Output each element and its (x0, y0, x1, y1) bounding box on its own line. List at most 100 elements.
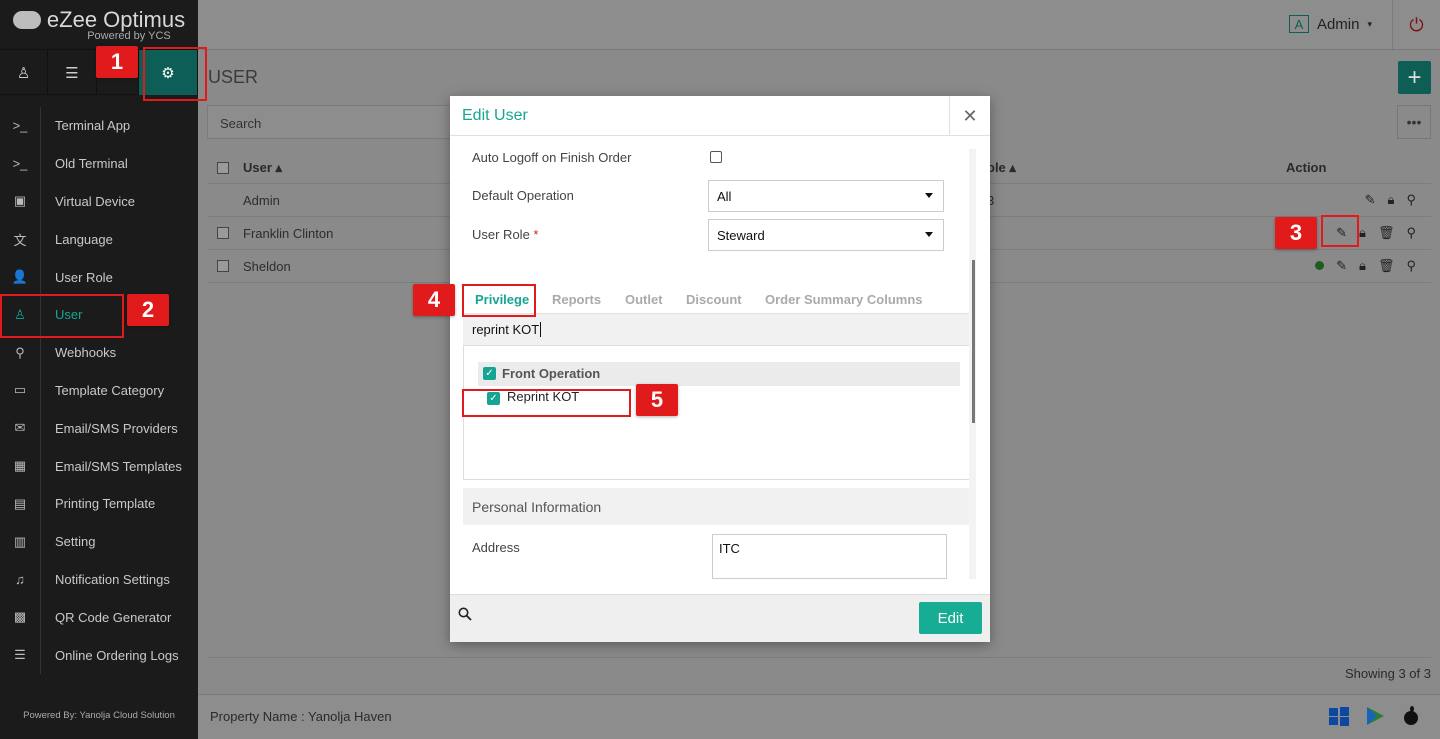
search-input[interactable]: Search (207, 105, 452, 139)
row-checkbox[interactable] (217, 227, 229, 239)
user-role-select[interactable]: Steward (708, 219, 944, 251)
sidebar-item-label: QR Code Generator (40, 598, 198, 637)
sidebar-item-printing-template[interactable]: ▤ Printing Template (0, 484, 198, 523)
lock-icon[interactable]: 🔒︎ (1388, 192, 1395, 208)
sidebar-item-label: Email/SMS Templates (40, 447, 198, 485)
sidebar-item-qr-code-generator[interactable]: ▩ QR Code Generator (0, 598, 198, 637)
search-icon[interactable] (458, 607, 472, 621)
inbox-icon: ▭ (13, 382, 27, 398)
row-checkbox[interactable] (217, 260, 229, 272)
callout-2: 2 (127, 294, 169, 326)
sidebar-nav: >_ Terminal App >_ Old Terminal ▣ Virtual Dev… (0, 107, 198, 674)
sidebar-item-label: Email/SMS Providers (40, 409, 198, 448)
link-icon[interactable]: ⚲ (1406, 225, 1416, 241)
sidebar-item-old-terminal[interactable]: >_ Old Terminal (0, 144, 198, 183)
column-role[interactable]: ole ▴ (987, 160, 1016, 176)
sidebar-item-label: Printing Template (40, 484, 198, 523)
address-label: Address (472, 540, 520, 555)
edit-user-modal: Edit User ✕ Auto Logoff on Finish Order … (450, 96, 990, 642)
tab-reports[interactable]: Reports (552, 292, 601, 307)
sidebar-item-setting[interactable]: ▥ Setting (0, 522, 198, 561)
user-name-cell: Admin (243, 193, 280, 208)
google-play-icon[interactable] (1364, 705, 1386, 727)
edit-button[interactable]: Edit (919, 602, 982, 634)
sidebar-item-online-ordering-logs[interactable]: ☰ Online Ordering Logs (0, 636, 198, 674)
add-user-button[interactable]: + (1398, 61, 1431, 94)
power-icon[interactable]: ⏻ (1392, 0, 1440, 50)
tab-discount[interactable]: Discount (686, 292, 742, 307)
terminal-icon: >_ (12, 118, 28, 134)
auto-logoff-checkbox[interactable] (710, 151, 722, 163)
terminal-icon: >_ (12, 156, 28, 172)
highlight-reprint-kot (462, 389, 631, 417)
tab-order-summary-columns[interactable]: Order Summary Columns (765, 292, 923, 307)
default-operation-select[interactable]: All (708, 180, 944, 212)
admin-name: Admin (1316, 15, 1360, 33)
lock-icon[interactable]: 🔒︎ (1359, 225, 1366, 241)
privilege-search-value: reprint KOT (472, 322, 540, 337)
mail-icon: ✉ (14, 420, 26, 436)
callout-5: 5 (636, 384, 678, 416)
sidebar-item-terminal-app[interactable]: >_ Terminal App (0, 107, 198, 145)
sidebar-item-template-category[interactable]: ▭ Template Category (0, 371, 198, 410)
sidebar-item-label: Template Category (40, 371, 198, 410)
sidebar-item-label: Webhooks (40, 333, 198, 372)
sidebar-footer: Powered By: Yanolja Cloud Solution (23, 710, 175, 721)
front-operation-checkbox[interactable]: ✓ (483, 367, 496, 380)
sidebar-item-notification-settings[interactable]: ♫ Notification Settings (0, 560, 198, 599)
privilege-group-row: ✓ Front Operation (478, 362, 960, 386)
link-icon[interactable]: ⚲ (1406, 258, 1416, 274)
privilege-search-input[interactable]: reprint KOT (463, 314, 971, 346)
sidebar-item-user-role[interactable]: 👤 User Role (0, 258, 198, 296)
brand-logo: eZee Optimus Powered by YCS (0, 0, 198, 50)
more-options-button[interactable]: ••• (1397, 105, 1431, 139)
language-icon: 文 (13, 232, 27, 248)
table-footer-divider (207, 657, 1431, 658)
profile-tab-icon[interactable]: ♙ (0, 50, 49, 95)
sidebar-item-label: Virtual Device (40, 182, 198, 221)
top-bar: A Admin ▾ ⏻ (198, 0, 1440, 50)
property-name: Property Name : Yanolja Haven (210, 709, 392, 724)
admin-menu[interactable]: A Admin ▾ (1288, 15, 1372, 33)
privilege-tabs: Privilege Reports Outlet Discount Order … (463, 285, 971, 314)
sliders-icon: ▥ (13, 533, 27, 549)
link-icon[interactable]: ⚲ (1406, 192, 1416, 208)
sidebar-item-email-sms-providers[interactable]: ✉ Email/SMS Providers (0, 409, 198, 448)
delete-icon[interactable]: 🗑︎ (1378, 225, 1395, 241)
sidebar-item-label: Notification Settings (40, 560, 198, 599)
modal-body: Auto Logoff on Finish Order Default Oper… (463, 147, 976, 579)
document-icon: ▤ (13, 495, 27, 511)
modal-title: Edit User (450, 96, 990, 136)
column-action: Action (1286, 160, 1327, 175)
delete-icon[interactable]: 🗑︎ (1378, 258, 1395, 274)
highlight-privilege-tab (462, 284, 536, 317)
cloud-logo-icon (12, 11, 41, 29)
required-marker: * (533, 227, 539, 242)
windows-icon[interactable] (1328, 705, 1350, 727)
user-name-cell: Franklin Clinton (243, 226, 334, 241)
callout-4: 4 (413, 284, 455, 316)
brand-tagline: Powered by YCS (87, 30, 171, 42)
sidebar-item-webhooks[interactable]: ⚲ Webhooks (0, 333, 198, 372)
apple-icon[interactable] (1400, 705, 1422, 727)
close-icon[interactable]: ✕ (949, 96, 990, 136)
modal-scrollbar-thumb[interactable] (972, 260, 975, 423)
column-user[interactable]: User ▴ (243, 160, 282, 176)
caret-down-icon (925, 193, 933, 198)
sidebar-item-language[interactable]: 文 Language (0, 220, 198, 259)
sidebar-item-label: Language (40, 220, 198, 259)
edit-icon[interactable]: ✎ (1365, 192, 1376, 208)
user-role-label-text: User Role (472, 227, 530, 242)
user-role-value: Steward (717, 228, 765, 243)
tab-outlet[interactable]: Outlet (625, 292, 663, 307)
menu-tab-icon[interactable]: ☰ (48, 50, 97, 95)
lock-icon[interactable]: 🔒︎ (1359, 258, 1366, 274)
highlight-settings (143, 47, 207, 101)
edit-icon[interactable]: ✎ (1336, 258, 1347, 274)
sidebar-item-virtual-device[interactable]: ▣ Virtual Device (0, 182, 198, 221)
select-all-checkbox[interactable] (217, 162, 229, 174)
address-field[interactable]: ITC (712, 534, 947, 579)
chevron-down-icon: ▾ (1367, 18, 1372, 29)
sidebar-item-email-sms-templates[interactable]: ▦ Email/SMS Templates (0, 447, 198, 485)
link-icon: ⚲ (15, 344, 25, 360)
